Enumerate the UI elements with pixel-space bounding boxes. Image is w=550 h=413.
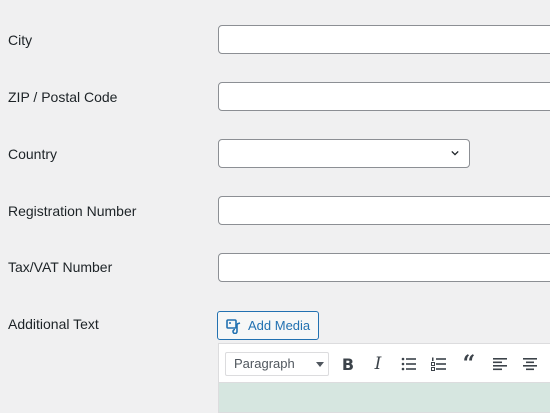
country-select[interactable]: [218, 139, 470, 168]
bulleted-list-button[interactable]: [398, 353, 420, 375]
country-label: Country: [8, 146, 58, 162]
city-input[interactable]: [218, 25, 550, 54]
blockquote-icon: “: [462, 351, 476, 377]
vat-label: Tax/VAT Number: [8, 259, 113, 275]
zip-input[interactable]: [218, 82, 550, 111]
vat-row: Tax/VAT Number: [0, 253, 550, 282]
bold-button[interactable]: B: [337, 353, 359, 375]
align-center-button[interactable]: [519, 353, 541, 375]
registration-row: Registration Number: [0, 196, 550, 225]
country-row: Country: [0, 139, 550, 168]
bulleted-list-icon: [401, 357, 416, 371]
blockquote-button[interactable]: “: [458, 353, 480, 375]
city-row: City: [0, 25, 550, 54]
bold-icon: B: [341, 354, 355, 374]
registration-label: Registration Number: [8, 203, 137, 219]
add-media-icon: [226, 318, 241, 334]
city-label: City: [8, 32, 33, 48]
align-left-icon: [493, 358, 507, 371]
editor-content-area[interactable]: [219, 383, 550, 412]
italic-button[interactable]: I: [367, 353, 389, 375]
zip-row: ZIP / Postal Code: [0, 82, 550, 111]
add-media-label: Add Media: [248, 318, 311, 333]
chevron-down-icon: [451, 150, 459, 156]
italic-icon: I: [374, 354, 382, 374]
rich-text-editor: Paragraph B I “: [218, 343, 550, 413]
format-select[interactable]: Paragraph: [225, 352, 329, 376]
caret-down-icon: [316, 362, 324, 367]
numbered-list-button[interactable]: [428, 353, 450, 375]
format-select-value: Paragraph: [234, 356, 295, 371]
additional-text-label: Additional Text: [8, 316, 99, 332]
vat-input[interactable]: [218, 253, 550, 282]
registration-input[interactable]: [218, 196, 550, 225]
numbered-list-icon: [431, 357, 446, 371]
add-media-button[interactable]: Add Media: [217, 311, 320, 340]
align-left-button[interactable]: [489, 353, 511, 375]
align-center-icon: [523, 358, 537, 371]
editor-toolbar: Paragraph B I “: [219, 344, 550, 383]
zip-label: ZIP / Postal Code: [8, 89, 118, 105]
